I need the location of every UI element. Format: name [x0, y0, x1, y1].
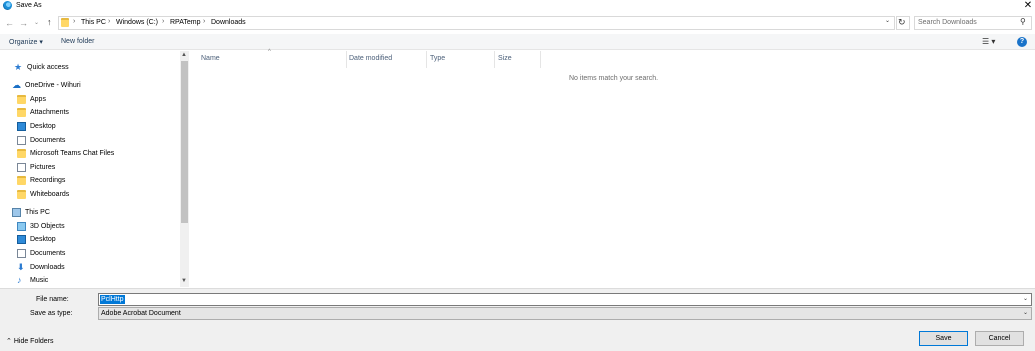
save-as-type-dropdown-icon[interactable]: ⌄ [1023, 309, 1028, 316]
scroll-up-icon[interactable]: ▲ [181, 52, 187, 58]
nav-item-label: Documents [30, 137, 66, 144]
folder-icon [17, 108, 26, 117]
address-dropdown-icon[interactable]: ⌄ [885, 17, 890, 24]
breadcrumb-windows-c[interactable]: Windows (C:) [116, 19, 158, 26]
save-as-type-value[interactable]: Adobe Acrobat Document [101, 310, 181, 317]
search-icon: ⚲ [1020, 17, 1026, 26]
close-icon[interactable]: ✕ [1022, 0, 1034, 11]
column-header-date-modified[interactable]: Date modified [349, 55, 392, 62]
breadcrumb-this-pc[interactable]: This PC [81, 19, 106, 26]
nav-item-label: This PC [25, 209, 50, 216]
column-divider[interactable] [494, 51, 495, 68]
column-divider[interactable] [426, 51, 427, 68]
breadcrumb-separator-icon: › [162, 18, 165, 25]
pc-icon [12, 208, 21, 217]
breadcrumb-separator-icon: › [108, 18, 111, 25]
pictures-icon [17, 163, 26, 172]
nav-item-label: Downloads [30, 264, 65, 271]
music-icon: ♪ [17, 275, 22, 285]
folder-icon [17, 149, 26, 158]
back-arrow-icon[interactable]: ← [5, 18, 14, 28]
nav-scrollbar-thumb[interactable] [181, 61, 188, 223]
file-name-value[interactable]: PclHttp [100, 295, 125, 304]
nav-item-label: 3D Objects [30, 223, 65, 230]
window-title: Save As [16, 2, 42, 9]
recent-locations-chevron-icon[interactable]: ⌄ [34, 18, 39, 28]
nav-item-label: OneDrive - Wihuri [25, 82, 81, 89]
new-folder-button[interactable]: New folder [61, 38, 94, 45]
desktop-icon [17, 122, 26, 131]
breadcrumb-separator-icon: › [203, 18, 206, 25]
file-name-field[interactable] [98, 293, 1032, 306]
file-list-pane[interactable] [190, 51, 1035, 287]
breadcrumb-separator-icon: › [73, 18, 76, 25]
column-header-type[interactable]: Type [430, 55, 445, 62]
nav-item-label: Music [30, 277, 49, 284]
nav-item-label: Documents [30, 250, 66, 257]
column-header-name[interactable]: Name [201, 55, 220, 62]
folder-icon [61, 18, 69, 27]
desktop-icon [17, 235, 26, 244]
breadcrumb-downloads[interactable]: Downloads [211, 19, 246, 26]
save-button[interactable]: Save [919, 331, 968, 346]
cloud-icon: ☁ [12, 80, 21, 90]
star-icon: ★ [14, 62, 23, 72]
nav-item-label: Whiteboards [30, 191, 70, 198]
title-bar [0, 0, 1035, 12]
nav-item-label: Desktop [30, 236, 56, 243]
empty-results-message: No items match your search. [569, 75, 659, 82]
save-as-type-select[interactable] [98, 307, 1032, 320]
toolbar [0, 34, 1035, 50]
navigation-pane: ★ Quick access ☁ OneDrive - Wihuri Apps … [0, 51, 180, 287]
nav-item-label: Desktop [30, 123, 56, 130]
up-arrow-icon[interactable]: ↑ [47, 17, 52, 27]
search-placeholder: Search Downloads [918, 19, 977, 26]
help-icon[interactable]: ? [1017, 37, 1027, 47]
3d-objects-icon [17, 222, 26, 231]
nav-item-label: Recordings [30, 177, 66, 184]
document-icon [17, 249, 26, 258]
sort-ascending-icon: ^ [268, 49, 271, 55]
document-icon [17, 136, 26, 145]
column-header-size[interactable]: Size [498, 55, 512, 62]
download-icon: ⬇ [17, 262, 25, 272]
breadcrumb-rpatemp[interactable]: RPATemp [170, 19, 200, 26]
nav-item-label: Quick access [27, 64, 69, 71]
folder-icon [17, 176, 26, 185]
folder-icon [17, 190, 26, 199]
save-as-type-label: Save as type: [30, 310, 73, 317]
change-view-icon[interactable]: ☰ ▾ [982, 37, 995, 46]
forward-arrow-icon[interactable]: → [19, 18, 28, 28]
organize-button[interactable]: Organize ▾ [9, 38, 43, 46]
hide-folders-button[interactable]: ⌃ Hide Folders [6, 337, 54, 345]
cancel-button[interactable]: Cancel [975, 331, 1024, 346]
hide-folders-label: Hide Folders [13, 338, 54, 345]
column-divider[interactable] [540, 51, 541, 68]
nav-item-label: Microsoft Teams Chat Files [30, 150, 115, 157]
nav-item-label: Pictures [30, 164, 56, 171]
scroll-down-icon[interactable]: ▼ [181, 278, 187, 284]
nav-item-label: Attachments [30, 109, 69, 116]
file-name-label: File name: [36, 296, 69, 303]
nav-item-label: Apps [30, 96, 46, 103]
file-name-dropdown-icon[interactable]: ⌄ [1023, 295, 1028, 302]
column-divider[interactable] [346, 51, 347, 68]
folder-icon [17, 95, 26, 104]
edge-app-icon [3, 1, 12, 10]
chevron-up-icon: ⌃ [6, 338, 12, 345]
refresh-icon: ↻ [898, 17, 906, 27]
